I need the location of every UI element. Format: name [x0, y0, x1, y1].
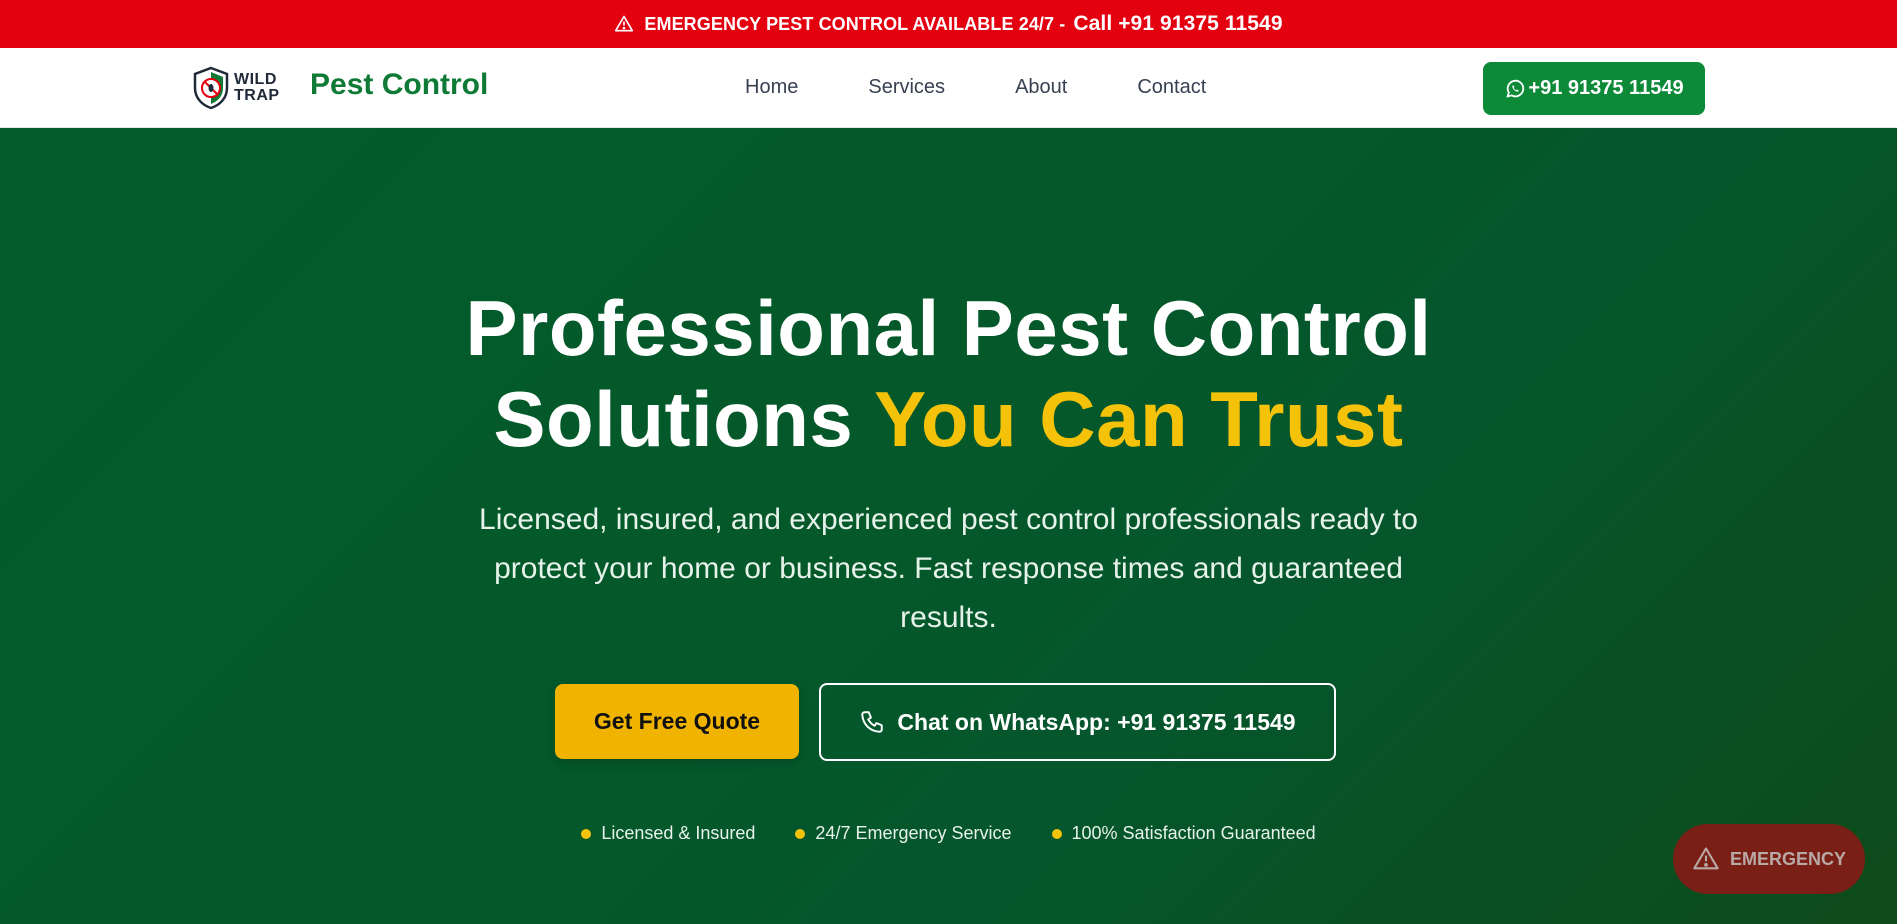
trust-badges: Licensed & Insured 24/7 Emergency Servic… [0, 823, 1897, 844]
emergency-call-link[interactable]: Call +91 91375 11549 [1073, 12, 1282, 36]
get-free-quote-button[interactable]: Get Free Quote [555, 684, 799, 759]
hero-title: Professional Pest Control Solutions You … [0, 283, 1897, 465]
logo-line-1: WILD [234, 71, 277, 88]
nav-link-services[interactable]: Services [868, 76, 945, 99]
badge-emergency: 24/7 Emergency Service [795, 823, 1012, 844]
emergency-banner: EMERGENCY PEST CONTROL AVAILABLE 24/7 - … [0, 0, 1897, 48]
badge-label: Licensed & Insured [601, 823, 756, 843]
emergency-floating-button[interactable]: EMERGENCY [1673, 824, 1865, 894]
warning-triangle-icon [1692, 845, 1720, 873]
phone-icon [859, 709, 885, 735]
site-logo[interactable]: WILD TRAP [192, 62, 280, 114]
badge-label: 100% Satisfaction Guaranteed [1071, 823, 1316, 843]
whatsapp-call-label: +91 91375 11549 [1528, 77, 1684, 99]
hero-section: Professional Pest Control Solutions You … [0, 128, 1897, 924]
logo-wordmark: WILD TRAP [234, 72, 280, 104]
chat-whatsapp-label: Chat on WhatsApp: +91 91375 11549 [897, 708, 1296, 735]
hero-title-accent: You Can Trust [874, 375, 1404, 463]
warning-triangle-icon [614, 14, 634, 34]
bullet-dot-icon [795, 828, 806, 839]
hero-title-line2: Solutions [493, 375, 854, 463]
nav-link-about[interactable]: About [1015, 76, 1067, 99]
emergency-banner-text: EMERGENCY PEST CONTROL AVAILABLE 24/7 - [644, 13, 1066, 34]
shield-bug-icon [192, 66, 230, 110]
chat-whatsapp-button[interactable]: Chat on WhatsApp: +91 91375 11549 [819, 683, 1336, 761]
navbar: WILD TRAP Pest Control Home Services Abo… [0, 48, 1897, 128]
nav-link-home[interactable]: Home [745, 76, 798, 99]
bullet-dot-icon [581, 828, 592, 839]
hero-title-line1: Professional Pest Control [465, 284, 1432, 372]
logo-line-2: TRAP [234, 87, 280, 104]
badge-satisfaction: 100% Satisfaction Guaranteed [1051, 823, 1316, 844]
badge-label: 24/7 Emergency Service [815, 823, 1012, 843]
emergency-floating-label: EMERGENCY [1729, 848, 1846, 869]
brand-name[interactable]: Pest Control [310, 68, 488, 102]
hero-description: Licensed, insured, and experienced pest … [479, 503, 1418, 634]
whatsapp-icon [1504, 78, 1526, 100]
badge-licensed: Licensed & Insured [581, 823, 755, 844]
main-nav: Home Services About Contact [745, 76, 1206, 99]
whatsapp-call-button[interactable]: +91 91375 11549 [1483, 62, 1705, 115]
nav-link-contact[interactable]: Contact [1137, 76, 1206, 99]
bullet-dot-icon [1051, 828, 1062, 839]
